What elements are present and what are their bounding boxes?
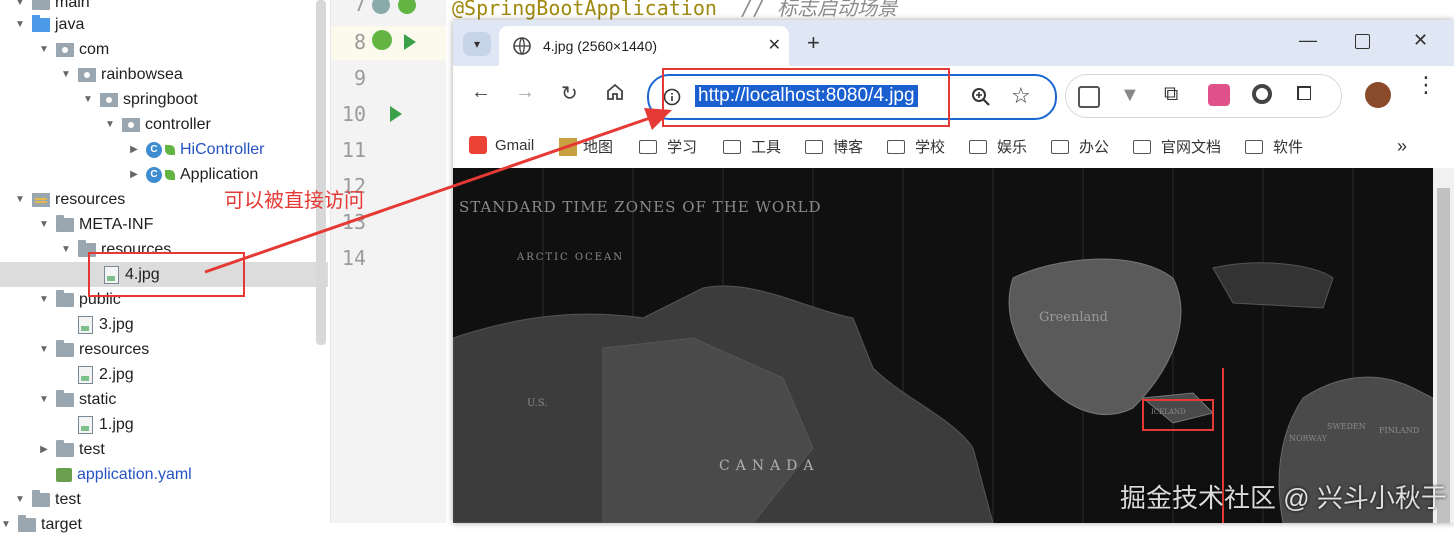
watermark: 掘金技术社区 @ 兴斗小秋于 (1120, 483, 1447, 513)
annotation-arrow (204, 108, 672, 274)
annotation-text: 可以被直接访问 (224, 190, 364, 212)
